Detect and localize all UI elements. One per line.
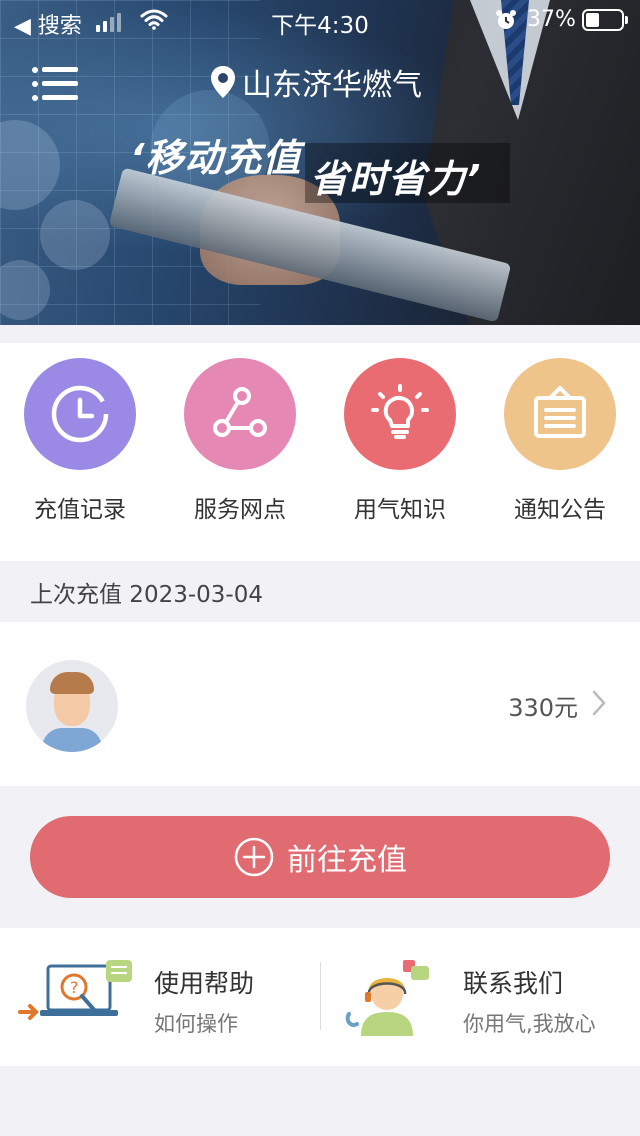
slogan-line-2: 省时省力’ [310, 157, 482, 201]
quick-action-service-outlets[interactable]: 服务网点 [170, 358, 310, 524]
help-laptop-icon: ? [18, 960, 132, 1020]
go-recharge-button[interactable]: 前往充值 [30, 816, 610, 898]
account-balance: 330元 [508, 694, 578, 722]
quick-action-label: 通知公告 [514, 497, 606, 523]
last-recharge-section: 上次充值 2023-03-04 [0, 561, 640, 621]
notice-board-icon [534, 386, 586, 438]
quick-action-circle [184, 358, 296, 470]
status-bar: ◀ 搜索 下午4:30 37% [0, 0, 640, 42]
quick-action-label: 充值记录 [34, 497, 126, 523]
customer-service-icon [345, 960, 429, 1036]
battery-icon [582, 9, 628, 31]
quick-action-gas-knowledge[interactable]: 用气知识 [330, 358, 470, 524]
contact-card[interactable]: 联系我们 你用气,我放心 [321, 928, 640, 1066]
help-subtitle: 如何操作 [154, 1012, 238, 1036]
quick-action-label: 用气知识 [354, 497, 446, 523]
quick-actions-panel: 充值记录 服务网点 用气知识 通知公告 [0, 343, 640, 561]
battery-level [586, 13, 599, 27]
chevron-right-icon [592, 690, 606, 716]
quick-action-circle [344, 358, 456, 470]
plus-circle-icon [234, 837, 274, 877]
location-selector[interactable]: 山东济华燃气 [210, 62, 422, 103]
lightbulb-icon [371, 384, 429, 439]
quick-action-circle [24, 358, 136, 470]
share-nodes-icon [213, 387, 267, 437]
help-title: 使用帮助 [154, 969, 255, 998]
quick-action-label: 服务网点 [194, 497, 286, 523]
avatar [26, 660, 118, 752]
hero-banner: ‘移动充值 省时省力’ [0, 0, 640, 325]
contact-title: 联系我们 [463, 969, 564, 998]
banner-bubble [40, 200, 110, 270]
menu-button[interactable] [32, 62, 80, 106]
quick-action-circle [504, 358, 616, 470]
svg-text:?: ? [70, 978, 79, 997]
clock-icon [51, 385, 109, 443]
location-label: 山东济华燃气 [242, 68, 422, 103]
help-card[interactable]: ? 使用帮助 如何操作 [0, 928, 320, 1066]
go-recharge-label: 前往充值 [287, 843, 407, 878]
account-row[interactable]: 330元 [0, 622, 640, 786]
quick-action-announcements[interactable]: 通知公告 [490, 358, 630, 524]
map-pin-icon [211, 66, 235, 98]
last-recharge-date: 上次充值 2023-03-04 [30, 582, 263, 608]
battery-percent: 37% [527, 7, 576, 32]
alarm-icon [496, 10, 516, 29]
slogan-line-1: ‘移动充值 [130, 136, 302, 180]
quick-action-recharge-records[interactable]: 充值记录 [10, 358, 150, 524]
help-contact-panel: ? 使用帮助 如何操作 联系我们 你用气,我放心 [0, 928, 640, 1066]
contact-subtitle: 你用气,我放心 [463, 1012, 596, 1036]
